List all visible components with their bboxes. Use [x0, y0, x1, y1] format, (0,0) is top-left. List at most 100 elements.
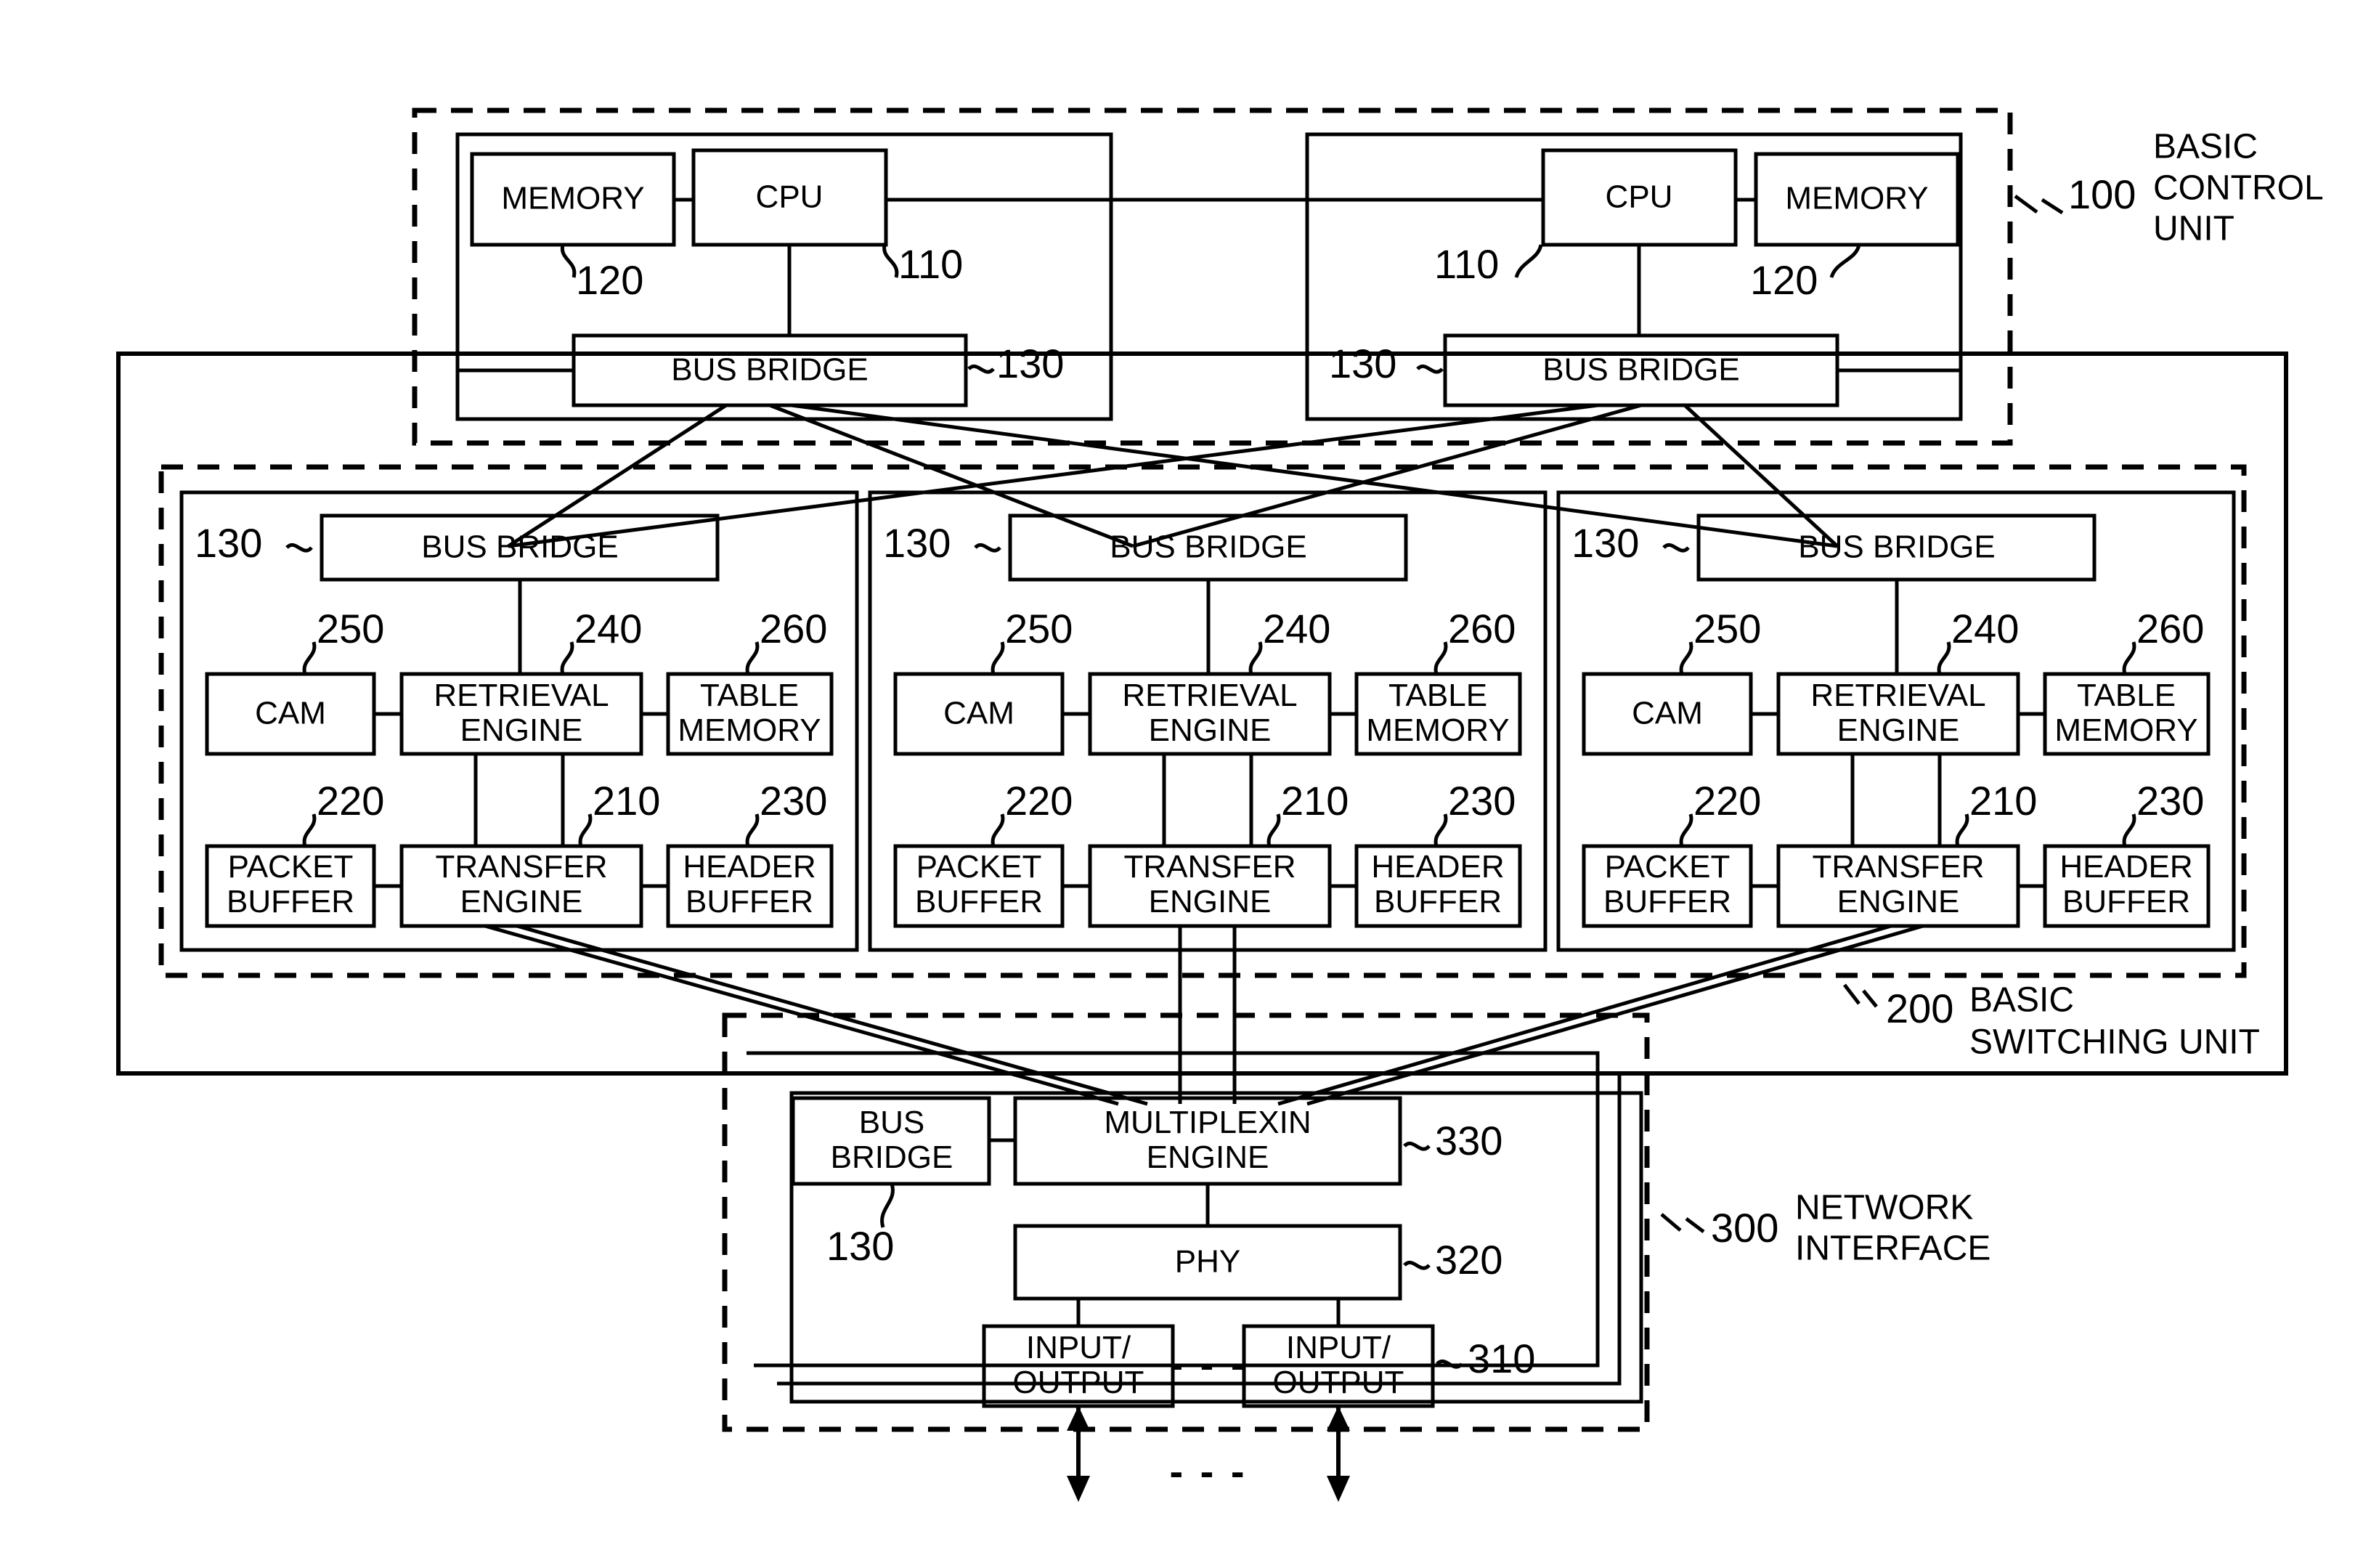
packet-label2-sw1: BUFFER: [227, 884, 354, 919]
packet-label1-sw3: PACKET: [1605, 849, 1731, 885]
leader-210-sw1: [578, 813, 593, 847]
transfer-label1-sw3: TRANSFER: [1812, 849, 1984, 885]
ref-230-sw2: 230: [1448, 778, 1516, 824]
leader-230-sw3: [2122, 813, 2136, 847]
leader-220-sw3: [1679, 813, 1693, 847]
io-right-label1: INPUT/: [1286, 1330, 1391, 1365]
ref-110-right: 110: [1434, 241, 1499, 287]
packet-label1-sw1: PACKET: [228, 849, 354, 885]
table-label1-sw1: TABLE: [700, 678, 799, 713]
ref-240-sw3: 240: [1951, 606, 2019, 651]
leader-memory-120-left: [560, 244, 577, 278]
ref-250-sw2: 250: [1005, 606, 1073, 651]
header-label2-sw1: BUFFER: [686, 884, 813, 919]
ref-100: 100: [2068, 171, 2136, 217]
ref-220-sw3: 220: [1693, 778, 1761, 824]
packet-label2-sw2: BUFFER: [915, 884, 1043, 919]
leader-230-sw1: [745, 813, 760, 847]
leader-320: [1403, 1260, 1431, 1270]
packet-label2-sw3: BUFFER: [1603, 884, 1731, 919]
leader-250-sw1: [302, 641, 317, 675]
bus-bridge-label2-nic: BRIDGE: [831, 1140, 953, 1175]
cam-label-sw1: CAM: [255, 696, 326, 731]
ref-210-sw3: 210: [1969, 778, 2037, 824]
leader-130-nic: [880, 1183, 895, 1228]
io-ellipsis-below: - - -: [1169, 1448, 1247, 1494]
retrieval-label1-sw3: RETRIEVAL: [1810, 678, 1985, 713]
bus-bridge-label-control-left: BUS BRIDGE: [671, 352, 868, 388]
ref-110-left: 110: [898, 241, 963, 287]
leader-cpu-110-left: [882, 244, 899, 278]
header-label2-sw2: BUFFER: [1374, 884, 1502, 919]
ref-240-sw1: 240: [574, 606, 642, 651]
leader-250-sw3: [1679, 641, 1693, 675]
ref-240-sw2: 240: [1263, 606, 1330, 651]
ref-230-sw3: 230: [2136, 778, 2204, 824]
control-unit-caption-line3: UNIT: [2153, 210, 2234, 248]
leader-210-sw3: [1955, 813, 1969, 847]
leader-cpu-110-right: [1514, 244, 1543, 278]
ref-230-sw1: 230: [760, 778, 827, 824]
leader-130-sw3: [1662, 543, 1690, 553]
switching-unit-caption-line1: BASIC: [1969, 981, 2074, 1020]
transfer-label1-sw2: TRANSFER: [1123, 849, 1296, 885]
leader-260-sw1: [745, 641, 760, 675]
ref-210-sw2: 210: [1281, 778, 1349, 824]
cam-label-sw2: CAM: [943, 696, 1014, 731]
leader-busbridge-130-left: [967, 364, 995, 374]
bus-bridge-label-sw1: BUS BRIDGE: [421, 529, 618, 565]
leader-250-sw2: [991, 641, 1005, 675]
table-label2-sw3: MEMORY: [2054, 712, 2197, 748]
leader-260-sw2: [1434, 641, 1448, 675]
switching-unit-caption-line2: SWITCHING UNIT: [1969, 1023, 2260, 1062]
leader-100-hook: [2014, 194, 2064, 215]
io-left-label1: INPUT/: [1026, 1330, 1131, 1365]
ref-260-sw1: 260: [760, 606, 827, 651]
leader-330: [1403, 1141, 1431, 1151]
network-interface-caption-line1: NETWORK: [1795, 1189, 1973, 1227]
ref-130-sw1: 130: [195, 520, 262, 566]
switching-block-1: BUS BRIDGE 130 CAM 250 RETRIEVAL ENGINE …: [179, 490, 859, 952]
leader-240-sw2: [1248, 641, 1263, 675]
bus-bridge-label-sw3: BUS BRIDGE: [1798, 529, 1995, 565]
ref-130-control-right: 130: [1329, 341, 1396, 386]
ref-130-sw3: 130: [1571, 520, 1639, 566]
packet-label1-sw2: PACKET: [916, 849, 1042, 885]
ref-220-sw2: 220: [1005, 778, 1073, 824]
ref-320: 320: [1435, 1237, 1502, 1283]
io-right-label2: OUTPUT: [1273, 1365, 1404, 1400]
leader-memory-120-right: [1829, 244, 1861, 278]
control-unit-caption-line1: BASIC: [2153, 128, 2258, 166]
ref-130-sw2: 130: [883, 520, 951, 566]
table-label1-sw3: TABLE: [2077, 678, 2176, 713]
ref-210-sw1: 210: [593, 778, 660, 824]
memory-label-left: MEMORY: [501, 181, 644, 216]
ref-330: 330: [1435, 1118, 1502, 1163]
ref-130-nic: 130: [826, 1223, 894, 1269]
retrieval-label2-sw3: ENGINE: [1837, 712, 1960, 748]
transfer-label1-sw1: TRANSFER: [435, 849, 607, 885]
ref-250-sw1: 250: [317, 606, 384, 651]
io-left-label2: OUTPUT: [1013, 1365, 1144, 1400]
header-label1-sw3: HEADER: [2059, 849, 2192, 885]
leader-220-sw2: [991, 813, 1005, 847]
retrieval-label2-sw2: ENGINE: [1149, 712, 1272, 748]
leader-130-sw2: [974, 543, 1001, 553]
ref-310: 310: [1468, 1336, 1535, 1381]
ref-120-right: 120: [1750, 257, 1818, 303]
memory-label-right: MEMORY: [1785, 181, 1928, 216]
network-interface-caption-line2: INTERFACE: [1795, 1230, 1990, 1268]
bus-bridge-label-control-right: BUS BRIDGE: [1542, 352, 1739, 388]
leader-260-sw3: [2122, 641, 2136, 675]
phy-label: PHY: [1175, 1244, 1240, 1280]
ref-200: 200: [1886, 986, 1953, 1031]
leader-220-sw1: [302, 813, 317, 847]
switching-block-2: BUS BRIDGE 130 CAM 250 RETRIEVAL ENGINE …: [868, 490, 1548, 952]
leader-210-sw2: [1266, 813, 1281, 847]
multiplexing-label2: ENGINE: [1147, 1140, 1269, 1175]
header-label2-sw3: BUFFER: [2062, 884, 2190, 919]
switching-block-3: BUS BRIDGE 130 CAM 250 RETRIEVAL ENGINE …: [1556, 490, 2236, 952]
transfer-label2-sw1: ENGINE: [460, 884, 583, 919]
transfer-label2-sw3: ENGINE: [1837, 884, 1960, 919]
table-label1-sw2: TABLE: [1388, 678, 1487, 713]
